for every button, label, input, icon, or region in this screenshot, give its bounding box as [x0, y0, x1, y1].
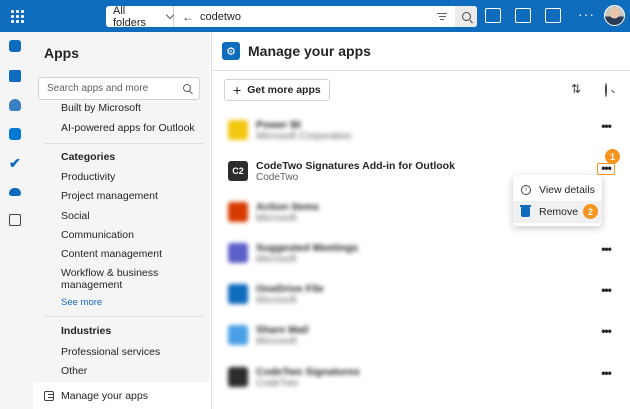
filter-icon[interactable] [437, 11, 447, 21]
app-publisher: Microsoft Corporation [256, 131, 352, 142]
chat-icon[interactable] [485, 8, 501, 23]
app-logo-icon [228, 325, 248, 345]
edit-icon[interactable] [545, 8, 561, 23]
app-name: CodeTwo Signatures Add-in for Outlook [256, 160, 455, 172]
app-publisher: Microsoft [256, 254, 297, 265]
more-options-button[interactable]: ••• [597, 367, 615, 381]
search-scope-label: All folders [113, 4, 147, 29]
app-launcher-icon[interactable] [6, 6, 26, 26]
nav-item-built-by-microsoft[interactable]: Built by Microsoft [61, 102, 141, 114]
nav-item-ai-powered[interactable]: AI-powered apps for Outlook [61, 122, 195, 134]
people-icon[interactable] [9, 99, 21, 111]
app-publisher: Microsoft [256, 336, 297, 347]
app-name: Share Mail [256, 324, 309, 336]
app-logo-icon [228, 367, 248, 387]
nav-item-social[interactable]: Social [61, 210, 90, 222]
back-arrow-icon[interactable]: ← [182, 10, 194, 24]
get-more-apps-button[interactable]: + Get more apps [224, 79, 330, 101]
page-header: ⚙ Manage your apps [222, 42, 371, 60]
app-publisher: Microsoft [256, 213, 297, 224]
nav-item-other[interactable]: Other [61, 365, 87, 377]
nav-item-workflow[interactable]: Workflow & business management [61, 267, 181, 291]
see-more-link[interactable]: See more [61, 297, 102, 308]
app-name: OneDrive File [256, 283, 324, 295]
left-rail: ✔ [0, 32, 30, 409]
mail-icon[interactable] [9, 40, 21, 52]
todo-check-icon[interactable]: ✔ [9, 156, 21, 170]
view-details-label: View details [539, 184, 595, 196]
app-publisher: CodeTwo [256, 172, 299, 183]
more-options-button[interactable]: ••• [597, 325, 615, 339]
nav-item-content-management[interactable]: Content management [61, 248, 162, 260]
apps-search-placeholder: Search apps and more [47, 83, 149, 94]
main-content: ⚙ Manage your apps + Get more apps ⇅ Pow… [211, 32, 630, 409]
trash-icon [520, 205, 531, 217]
app-publisher: Microsoft [256, 295, 297, 306]
apps-panel-title: Apps [44, 45, 79, 61]
chevron-down-icon [165, 10, 175, 20]
get-more-apps-label: Get more apps [247, 84, 321, 96]
info-icon: i [521, 185, 531, 195]
apps-search-input[interactable]: Search apps and more [38, 77, 200, 100]
nav-item-productivity[interactable]: Productivity [61, 171, 115, 183]
search-icon [183, 84, 191, 92]
divider [44, 143, 204, 144]
more-options-button[interactable]: ••• [597, 162, 615, 175]
apps-icon[interactable] [9, 214, 21, 226]
apps-panel: Apps Search apps and more Built by Micro… [30, 32, 210, 409]
search-icon [605, 83, 607, 97]
app-name: Power BI [256, 119, 301, 131]
divider [212, 70, 630, 71]
onedrive-icon[interactable] [9, 188, 21, 196]
top-bar: All folders ← codetwo ··· [0, 0, 630, 32]
categories-heading: Categories [61, 151, 116, 163]
app-name: Action Items [256, 201, 320, 213]
app-row: Suggested Meetings Microsoft ••• [228, 241, 618, 267]
app-row: OneDrive File Microsoft ••• [228, 282, 618, 308]
manage-your-apps-label: Manage your apps [61, 389, 148, 402]
nav-item-communication[interactable]: Communication [61, 229, 134, 241]
sort-icon[interactable]: ⇅ [571, 82, 581, 96]
more-options-icon[interactable]: ··· [578, 7, 595, 21]
search-scope-dropdown[interactable]: All folders [106, 4, 175, 29]
codetwo-logo-icon: C2 [228, 161, 248, 181]
view-details-menu-item[interactable]: i View details [513, 179, 602, 201]
nav-item-professional-services[interactable]: Professional services [61, 346, 160, 358]
more-options-button[interactable]: ••• [597, 120, 615, 134]
remove-label: Remove [539, 206, 579, 218]
app-name: Suggested Meetings [256, 242, 359, 254]
more-options-button[interactable]: ••• [597, 284, 615, 298]
app-logo-icon [228, 120, 248, 140]
industries-heading: Industries [61, 325, 112, 337]
gear-icon: ⚙ [222, 42, 240, 60]
search-input[interactable]: codetwo [200, 11, 241, 23]
calendar-icon[interactable] [9, 70, 21, 82]
manage-apps-icon [44, 390, 54, 401]
manage-your-apps-item[interactable]: Manage your apps [33, 382, 210, 409]
search-button[interactable] [605, 83, 607, 97]
app-logo-icon [228, 284, 248, 304]
divider [44, 316, 204, 317]
app-logo-icon [228, 202, 248, 222]
app-row: Power BI Microsoft Corporation ••• [228, 118, 618, 144]
more-options-button[interactable]: ••• [597, 243, 615, 257]
page-title: Manage your apps [248, 43, 371, 59]
plus-icon: + [233, 82, 242, 98]
nav-item-project-management[interactable]: Project management [61, 190, 158, 202]
app-logo-icon [228, 243, 248, 263]
calendar-icon[interactable] [515, 8, 531, 23]
groups-icon[interactable] [9, 128, 21, 140]
step-callout-badge: 2 [583, 204, 598, 219]
search-box[interactable]: All folders ← codetwo [106, 4, 477, 29]
app-name: CodeTwo Signatures [256, 366, 360, 378]
app-row: Share Mail Microsoft ••• [228, 323, 618, 349]
search-icon [461, 12, 471, 21]
search-button[interactable] [455, 6, 477, 27]
app-publisher: CodeTwo [256, 378, 299, 389]
step-callout-badge: 1 [605, 149, 620, 164]
avatar[interactable] [604, 5, 625, 26]
app-row: CodeTwo Signatures CodeTwo ••• [228, 365, 618, 391]
